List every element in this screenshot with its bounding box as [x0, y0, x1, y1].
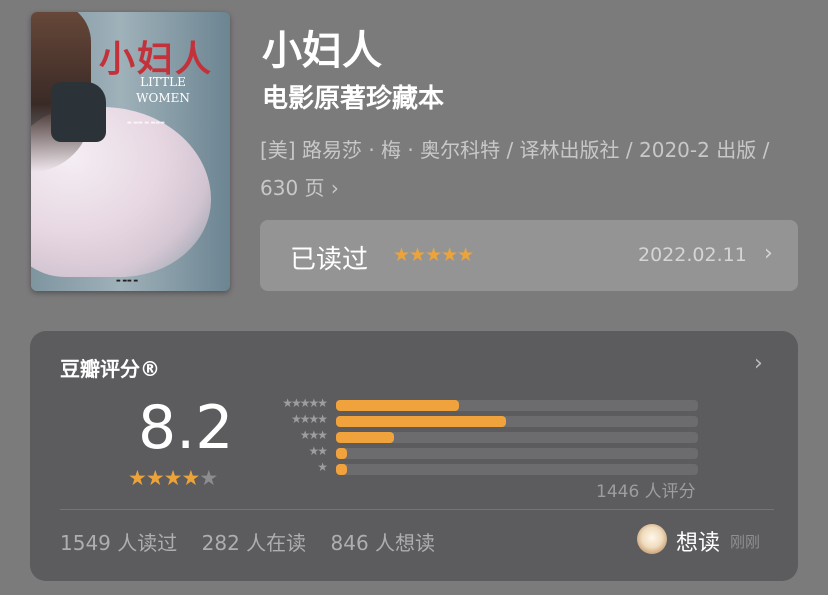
distribution-stars: ★★: [308, 444, 328, 458]
distribution-stars: ★: [317, 460, 328, 474]
distribution-stars: ★★★: [299, 428, 328, 442]
distribution-bar-fill: [336, 432, 394, 443]
rating-stars-empty: ★: [199, 466, 218, 490]
cover-publisher-mark: ▬ ▬▬ ▬: [116, 278, 139, 284]
reader-stats: 1549 人读过 282 人在读 846 人想读: [60, 527, 453, 556]
distribution-stars: ★★★★: [290, 412, 328, 426]
distribution-stars: ★★★★★: [282, 396, 328, 410]
friend-action: 想读: [676, 531, 721, 556]
cover-jacket-illustration: [51, 82, 106, 142]
read-date: 2022.02.11: [638, 244, 747, 266]
avatar[interactable]: [637, 524, 667, 554]
distribution-bar-track: [336, 400, 698, 411]
stat-reading[interactable]: 282 人在读: [202, 531, 307, 555]
chevron-right-icon: ›: [764, 241, 773, 266]
cover-title-en-line2: WOMEN: [136, 91, 190, 105]
cover-title-en: LITTLE WOMEN: [113, 74, 213, 106]
stat-read[interactable]: 1549 人读过: [60, 531, 177, 555]
chevron-right-icon[interactable]: ›: [754, 351, 763, 376]
rating-score-stars: ★★★★★: [128, 466, 218, 490]
rating-stars-filled: ★★★★: [128, 466, 200, 490]
douban-rating-card[interactable]: 豆瓣评分® › 8.2 ★★★★★ ★★★★★ ★★★★ ★★★ ★★ ★ 1446 人…: [30, 331, 798, 581]
book-title: 小妇人: [262, 28, 382, 74]
cover-title-en-line1: LITTLE: [140, 75, 186, 89]
distribution-bar-track: [336, 464, 698, 475]
cover-author-mark: ▬ ▬▬ ▬ ▬▬▬: [127, 120, 165, 126]
distribution-bar-fill: [336, 448, 347, 459]
distribution-bar-fill: [336, 400, 460, 411]
rating-distribution-row: ★: [254, 460, 704, 478]
distribution-bar-fill: [336, 464, 347, 475]
distribution-bar-track: [336, 432, 698, 443]
read-status-card[interactable]: 已读过 ★★★★★ 2022.02.11 ›: [260, 220, 798, 291]
rating-count: 1446 人评分: [596, 482, 696, 502]
book-subtitle: 电影原著珍藏本: [262, 84, 445, 114]
distribution-bar-fill: [336, 416, 507, 427]
distribution-bar-track: [336, 416, 698, 427]
divider: [60, 509, 774, 510]
friend-action-time: 刚刚: [730, 533, 761, 551]
rating-title: 豆瓣评分®: [60, 357, 160, 381]
book-cover[interactable]: 小妇人 LITTLE WOMEN ▬ ▬▬ ▬ ▬▬▬ ▬ ▬▬ ▬: [31, 12, 230, 291]
book-meta-link[interactable]: [美] 路易莎 · 梅 · 奥尔科特 / 译林出版社 / 2020-2 出版 /…: [260, 131, 790, 207]
read-status-label: 已读过: [290, 245, 369, 275]
rating-score: 8.2: [138, 393, 234, 463]
stat-want[interactable]: 846 人想读: [331, 531, 436, 555]
my-rating-stars: ★★★★★: [393, 244, 474, 266]
distribution-bar-track: [336, 448, 698, 459]
